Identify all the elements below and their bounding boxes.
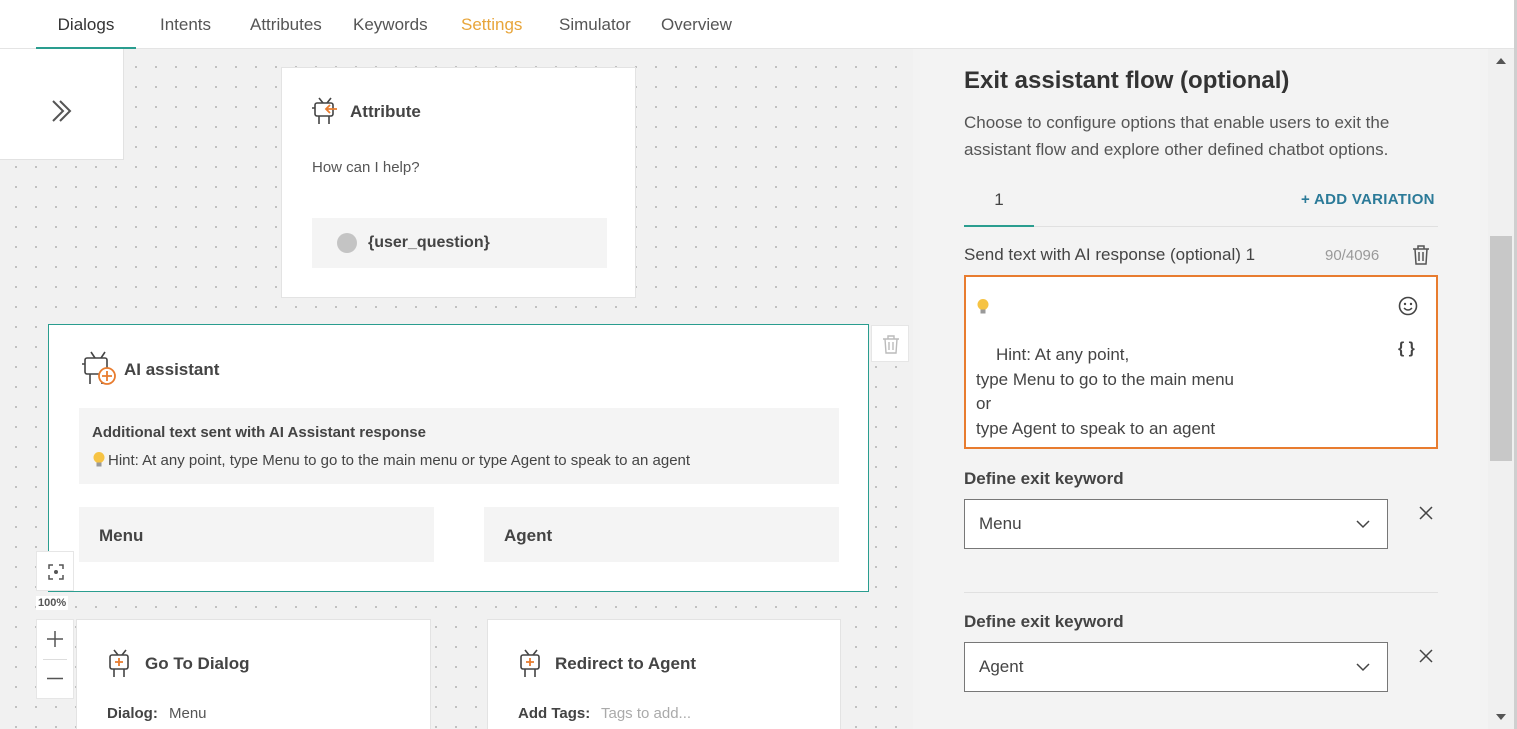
tab-keywords[interactable]: Keywords <box>353 0 428 49</box>
zoom-level: 100% <box>36 596 69 610</box>
ai-assistant-robot-icon <box>82 351 116 385</box>
tab-intents[interactable]: Intents <box>160 0 211 49</box>
exit-keyword-select-2[interactable]: Agent <box>964 642 1388 692</box>
zoom-controls <box>36 619 74 699</box>
chevron-down-icon <box>1356 520 1370 529</box>
top-tab-bar: Dialogs Intents Attributes Keywords Sett… <box>0 0 1514 49</box>
ai-button-agent[interactable]: Agent <box>484 507 839 562</box>
variation-tabs-divider <box>964 226 1438 227</box>
ai-button-menu[interactable]: Menu <box>79 507 434 562</box>
tab-settings[interactable]: Settings <box>461 0 522 49</box>
ai-additional-text-box: Additional text sent with AI Assistant r… <box>79 408 839 484</box>
panel-scrollbar[interactable] <box>1488 49 1514 729</box>
ai-hint-text: Hint: At any point, type Menu to go to t… <box>108 452 691 469</box>
ai-assistant-node-title: AI assistant <box>124 360 220 379</box>
send-text-label: Send text with AI response (optional) 1 <box>964 245 1256 264</box>
attribute-variable-name: {user_question} <box>368 234 490 251</box>
remove-keyword-1-icon[interactable] <box>1418 505 1434 521</box>
go-to-dialog-label: Dialog: <box>107 705 158 722</box>
add-variation-button[interactable]: + ADD VARIATION <box>1301 191 1435 208</box>
ai-button-menu-label: Menu <box>99 526 144 545</box>
scroll-up-arrow-icon[interactable] <box>1495 57 1507 65</box>
delete-variation-icon[interactable] <box>1412 245 1430 265</box>
panel-title: Exit assistant flow (optional) <box>964 67 1290 94</box>
scroll-down-arrow-icon[interactable] <box>1495 713 1507 721</box>
variation-tab-1[interactable]: 1 <box>964 179 1034 227</box>
double-chevron-right-icon <box>52 100 72 122</box>
expand-sidebar-button[interactable] <box>0 49 124 160</box>
zoom-in-button[interactable] <box>37 620 73 659</box>
panel-description: Choose to configure options that enable … <box>964 113 1390 159</box>
fit-to-screen-button[interactable] <box>36 551 74 591</box>
exit-keyword-label-2: Define exit keyword <box>964 612 1124 631</box>
tab-overview[interactable]: Overview <box>661 0 732 49</box>
attribute-node-title: Attribute <box>350 102 421 121</box>
exit-keyword-label-1: Define exit keyword <box>964 469 1124 488</box>
emoji-icon[interactable] <box>1398 296 1418 316</box>
chevron-down-icon <box>1356 663 1370 672</box>
ai-response-text-input[interactable]: Hint: At any point, type Menu to go to t… <box>964 275 1438 449</box>
insert-variable-icon[interactable]: { } <box>1398 337 1415 362</box>
ai-button-agent-label: Agent <box>504 526 553 545</box>
fit-screen-icon <box>48 564 64 580</box>
attribute-prompt: How can I help? <box>312 159 420 176</box>
ai-additional-text-label: Additional text sent with AI Assistant r… <box>92 424 426 441</box>
plus-icon <box>47 631 63 647</box>
variable-dot-icon <box>337 233 357 253</box>
char-counter: 90/4096 <box>1325 247 1380 264</box>
go-to-dialog-robot-icon <box>109 649 129 677</box>
zoom-out-button[interactable] <box>37 660 73 698</box>
add-tags-label: Add Tags: <box>518 705 591 722</box>
exit-keyword-value-2: Agent <box>979 657 1024 676</box>
flow-canvas[interactable]: Attribute How can I help? {user_question… <box>0 49 913 729</box>
exit-flow-panel: Exit assistant flow (optional) Choose to… <box>913 49 1488 729</box>
trash-icon <box>883 335 899 354</box>
delete-node-button[interactable] <box>871 325 909 362</box>
redirect-robot-icon <box>520 649 540 677</box>
attribute-robot-icon <box>312 97 337 124</box>
go-to-dialog-value: Menu <box>169 705 207 722</box>
ai-assistant-node[interactable]: AI assistant Additional text sent with A… <box>48 324 869 592</box>
ai-response-text: Hint: At any point, type Menu to go to t… <box>976 345 1234 438</box>
lightbulb-icon <box>977 299 989 314</box>
tab-simulator[interactable]: Simulator <box>559 0 631 49</box>
minus-icon <box>47 677 63 680</box>
go-to-dialog-title: Go To Dialog <box>145 654 250 673</box>
go-to-dialog-node[interactable]: Go To Dialog Dialog: Menu <box>76 619 431 729</box>
exit-keyword-select-1[interactable]: Menu <box>964 499 1388 549</box>
redirect-to-agent-title: Redirect to Agent <box>555 654 697 673</box>
remove-keyword-2-icon[interactable] <box>1418 648 1434 664</box>
scrollbar-thumb[interactable] <box>1490 236 1512 461</box>
tags-input[interactable]: Tags to add... <box>601 705 691 722</box>
lightbulb-icon <box>93 452 105 467</box>
redirect-to-agent-node[interactable]: Redirect to Agent Add Tags: Tags to add.… <box>487 619 841 729</box>
attribute-node[interactable]: Attribute How can I help? {user_question… <box>281 67 636 298</box>
tab-dialogs[interactable]: Dialogs <box>36 0 136 49</box>
exit-keyword-value-1: Menu <box>979 514 1022 533</box>
attribute-variable-chip: {user_question} <box>312 218 607 268</box>
keyword-divider <box>964 592 1438 593</box>
tab-attributes[interactable]: Attributes <box>250 0 322 49</box>
